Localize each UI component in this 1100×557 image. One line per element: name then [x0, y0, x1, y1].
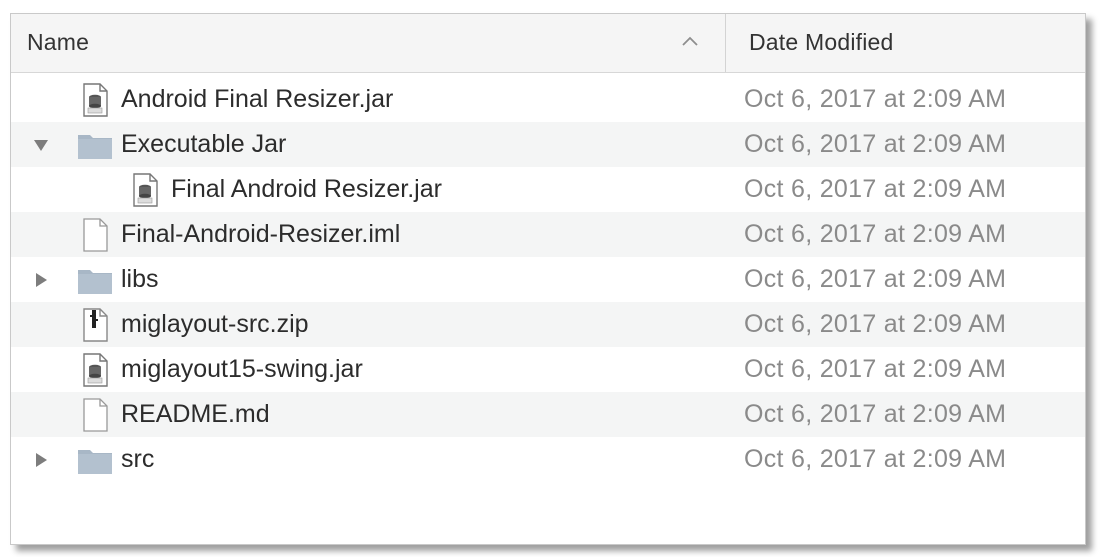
date-modified: Oct 6, 2017 at 2:09 AM — [744, 130, 1007, 158]
date-modified: Oct 6, 2017 at 2:09 AM — [744, 310, 1007, 338]
disclosure-triangle-expanded-icon[interactable] — [31, 135, 51, 155]
file-name: Executable Jar — [121, 130, 287, 158]
date-modified: Oct 6, 2017 at 2:09 AM — [744, 355, 1007, 383]
zip-icon — [83, 308, 108, 342]
file-row[interactable]: miglayout-src.zip Oct 6, 2017 at 2:09 AM — [11, 302, 1085, 347]
file-row[interactable]: src Oct 6, 2017 at 2:09 AM — [11, 437, 1085, 482]
file-name: libs — [121, 265, 159, 293]
folder-icon — [78, 450, 112, 474]
sort-ascending-icon[interactable] — [681, 34, 699, 48]
date-modified: Oct 6, 2017 at 2:09 AM — [744, 445, 1007, 473]
date-modified-column-label: Date Modified — [749, 29, 894, 55]
date-modified: Oct 6, 2017 at 2:09 AM — [744, 175, 1007, 203]
disclosure-triangle-collapsed-icon[interactable] — [31, 450, 51, 470]
date-modified: Oct 6, 2017 at 2:09 AM — [744, 400, 1007, 428]
name-column-header[interactable]: Name — [11, 14, 726, 72]
file-row[interactable]: Final Android Resizer.jar Oct 6, 2017 at … — [11, 167, 1085, 212]
folder-icon — [78, 270, 112, 294]
date-modified: Oct 6, 2017 at 2:09 AM — [744, 85, 1007, 113]
file-row[interactable]: miglayout15-swing.jar Oct 6, 2017 at 2:09… — [11, 347, 1085, 392]
file-name: miglayout15-swing.jar — [121, 355, 363, 383]
jar-icon — [83, 83, 108, 117]
file-name: Final Android Resizer.jar — [171, 175, 442, 203]
document-icon — [83, 398, 108, 432]
column-header: Name Date Modified — [11, 14, 1085, 73]
file-name: Android Final Resizer.jar — [121, 85, 394, 113]
jar-icon — [133, 173, 158, 207]
jar-icon — [83, 353, 108, 387]
finder-window: Name Date Modified Android Final Resizer… — [10, 13, 1086, 545]
document-icon — [83, 218, 108, 252]
file-row[interactable]: Android Final Resizer.jar Oct 6, 2017 at … — [11, 77, 1085, 122]
file-row[interactable]: Final-Android-Resizer.iml Oct 6, 2017 at … — [11, 212, 1085, 257]
folder-icon — [78, 135, 112, 159]
file-name: Final-Android-Resizer.iml — [121, 220, 401, 248]
date-modified: Oct 6, 2017 at 2:09 AM — [744, 220, 1007, 248]
file-name: miglayout-src.zip — [121, 310, 309, 338]
file-name: README.md — [121, 400, 270, 428]
name-column-label: Name — [27, 29, 90, 55]
file-row[interactable]: libs Oct 6, 2017 at 2:09 AM — [11, 257, 1085, 302]
file-name: src — [121, 445, 155, 473]
file-row[interactable]: README.md Oct 6, 2017 at 2:09 AM — [11, 392, 1085, 437]
file-list: Android Final Resizer.jar Oct 6, 2017 at … — [11, 77, 1085, 482]
date-modified: Oct 6, 2017 at 2:09 AM — [744, 265, 1007, 293]
disclosure-triangle-collapsed-icon[interactable] — [31, 270, 51, 290]
file-row[interactable]: Executable Jar Oct 6, 2017 at 2:09 AM — [11, 122, 1085, 167]
